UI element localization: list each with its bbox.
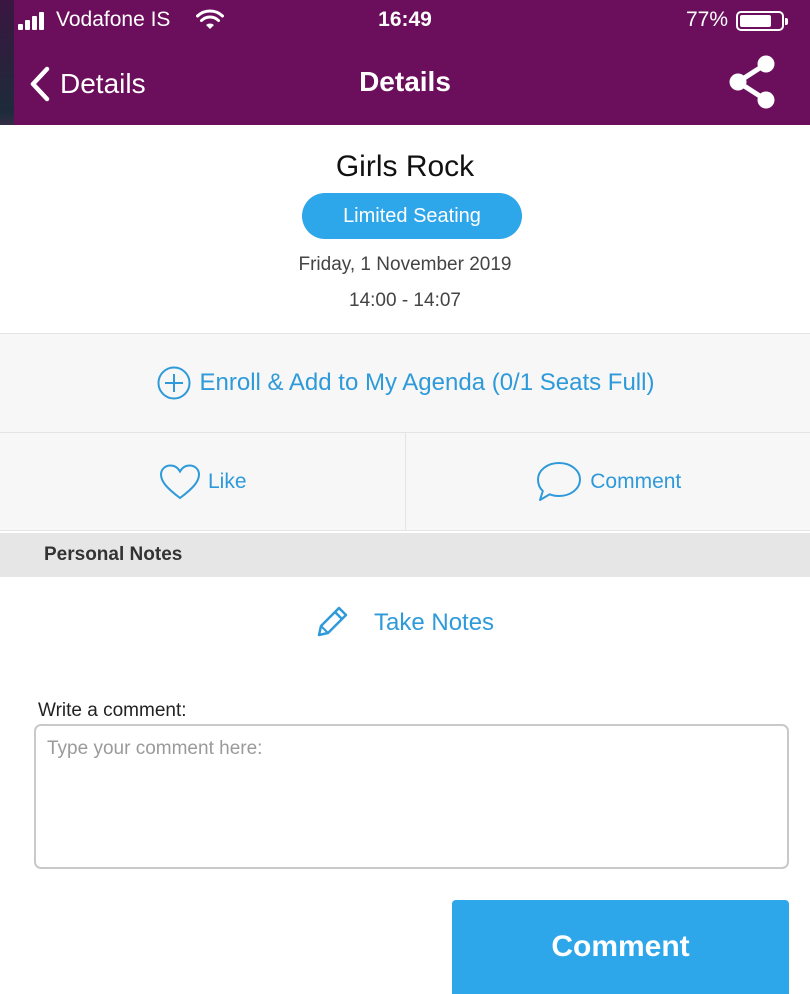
top-bar: Vodafone IS 16:49 77% Details Details [0, 0, 810, 125]
event-date: Friday, 1 November 2019 [298, 254, 512, 275]
personal-notes-header: Personal Notes [0, 533, 810, 577]
battery-percentage: 77% [685, 8, 728, 31]
pencil-icon [317, 606, 348, 637]
enroll-button[interactable]: Enroll & Add to My Agenda (0/1 Seats Ful… [0, 333, 810, 433]
share-icon[interactable] [724, 52, 780, 112]
status-bar: Vodafone IS 16:49 77% [0, 0, 810, 40]
back-button-label: Details [60, 68, 146, 99]
heart-icon [159, 463, 200, 499]
navigation-bar: Details Details [0, 40, 810, 125]
battery-icon [736, 11, 788, 31]
social-actions-row: Like Comment [0, 433, 810, 531]
like-button-label: Like [207, 469, 247, 493]
take-notes-button[interactable]: Take Notes [310, 596, 494, 650]
limited-seating-badge: Limited Seating [302, 193, 522, 239]
speech-bubble-icon [537, 461, 582, 501]
event-title: Girls Rock [335, 150, 475, 183]
chevron-left-icon [30, 66, 50, 102]
comment-input[interactable] [34, 724, 789, 869]
back-button[interactable]: Details [28, 62, 146, 106]
enroll-button-label: Enroll & Add to My Agenda (0/1 Seats Ful… [199, 369, 655, 396]
comment-action-button[interactable]: Comment [404, 433, 810, 530]
event-time: 14:00 - 14:07 [349, 290, 461, 311]
plus-circle-icon [157, 366, 191, 400]
take-notes-label: Take Notes [374, 609, 495, 636]
like-button[interactable]: Like [0, 433, 405, 530]
submit-comment-button[interactable]: Comment [452, 900, 789, 994]
comment-action-label: Comment [590, 469, 682, 493]
battery-level-fill [740, 15, 771, 27]
comment-field-label: Write a comment: [38, 700, 187, 721]
